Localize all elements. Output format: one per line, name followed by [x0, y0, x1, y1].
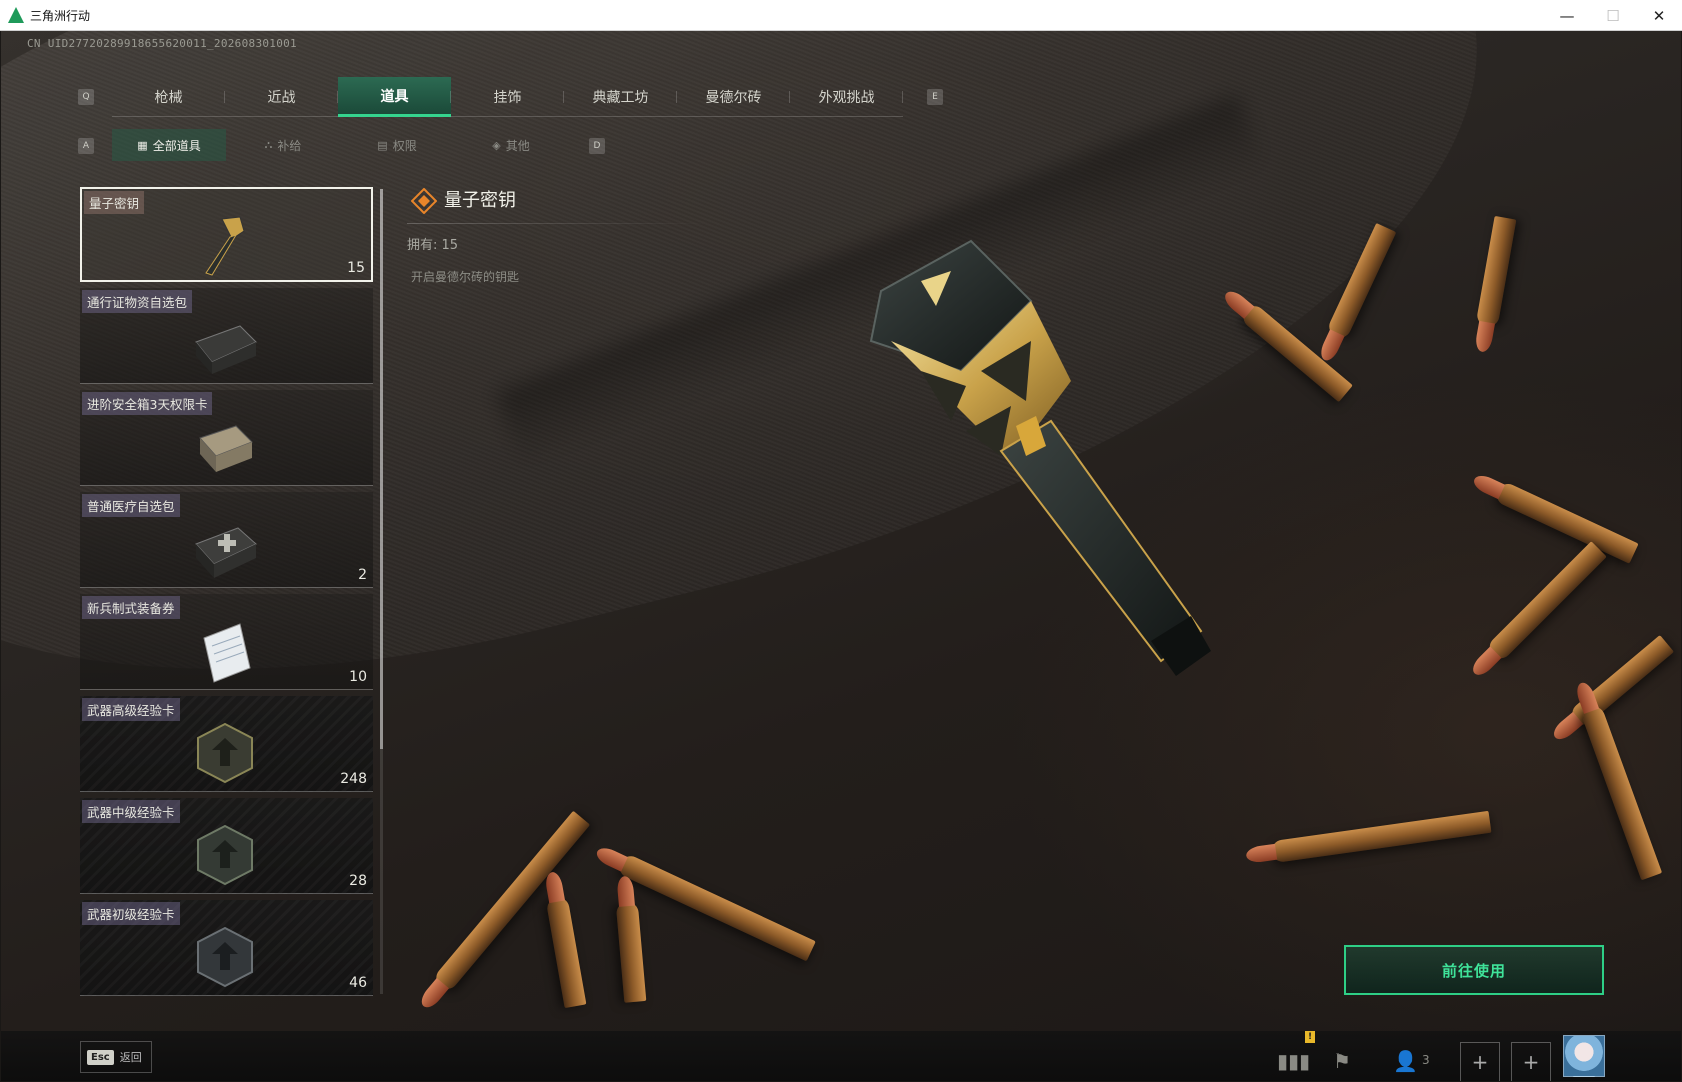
- item-list: 量子密钥 15 通行证物资自选包 进阶安全箱3天权限卡 普通医疗自选包 2 新兵…: [80, 187, 373, 1002]
- background-bullet: [1270, 810, 1492, 864]
- background-bullet: [615, 901, 647, 1003]
- add-slot-button[interactable]: +: [1511, 1042, 1551, 1081]
- tab-appearance-challenge[interactable]: 外观挑战: [790, 77, 903, 117]
- item-card[interactable]: 通行证物资自选包: [80, 288, 373, 384]
- item-card[interactable]: 量子密钥 15: [80, 187, 373, 282]
- item-card[interactable]: 武器初级经验卡 46: [80, 900, 373, 996]
- subtab-label: 其他: [505, 138, 530, 153]
- item-name: 量子密钥: [84, 191, 145, 214]
- exp-card-green-icon: [197, 824, 253, 886]
- medical-case-icon: [195, 527, 257, 578]
- subtab-supply[interactable]: ⛬ 补给: [226, 129, 340, 161]
- subtab-prev-key-hint[interactable]: A: [78, 138, 94, 154]
- player-uid: CN UID27720289918655620011_202608301001: [27, 37, 297, 50]
- safe-box-icon: [199, 425, 253, 472]
- tab-pendants[interactable]: 挂饰: [451, 77, 564, 117]
- item-name: 武器初级经验卡: [82, 902, 180, 925]
- friends-count: 3: [1422, 1053, 1430, 1067]
- permission-icon: ▤: [377, 138, 388, 152]
- item-count: 248: [340, 771, 367, 787]
- item-count: 28: [349, 873, 367, 889]
- background-bullet: [1579, 703, 1663, 881]
- quantum-key-icon: [205, 216, 245, 276]
- background-bullet: [1485, 541, 1607, 663]
- window-controls: — ☐ ✕: [1544, 0, 1682, 31]
- detail-divider: [407, 223, 707, 224]
- tab-prev-key-hint[interactable]: Q: [78, 89, 94, 105]
- subtab-other[interactable]: ◈ 其他: [454, 129, 568, 161]
- back-label: 返回: [119, 1051, 142, 1064]
- item-card[interactable]: 进阶安全箱3天权限卡: [80, 390, 373, 486]
- background-bullet: [1475, 215, 1517, 329]
- item-name: 武器中级经验卡: [82, 800, 180, 823]
- add-slot-button[interactable]: +: [1460, 1042, 1500, 1081]
- tab-items[interactable]: 道具: [338, 77, 451, 117]
- maximize-button[interactable]: ☐: [1590, 0, 1636, 31]
- detail-owned-count: 拥有: 15: [407, 238, 459, 253]
- detail-description: 开启曼德尔砖的钥匙: [411, 270, 520, 284]
- background-bullet: [1493, 480, 1639, 564]
- item-card[interactable]: 普通医疗自选包 2: [80, 492, 373, 588]
- item-card[interactable]: 武器中级经验卡 28: [80, 798, 373, 894]
- item-name: 通行证物资自选包: [82, 290, 193, 313]
- subtab-label: 权限: [392, 138, 417, 153]
- minimize-button[interactable]: —: [1544, 0, 1590, 31]
- item-name: 普通医疗自选包: [82, 494, 180, 517]
- tab-next-key-hint[interactable]: E: [927, 89, 943, 105]
- subtab-label: 全部道具: [152, 138, 201, 153]
- other-icon: ◈: [492, 138, 501, 152]
- item-count: 2: [358, 567, 367, 583]
- item-card[interactable]: 新兵制式装备券 10: [80, 594, 373, 690]
- item-card[interactable]: 武器高级经验卡 248: [80, 696, 373, 792]
- background-bullet: [616, 852, 816, 962]
- supply-icon: ⛬: [264, 138, 273, 151]
- supply-case-icon: [195, 325, 257, 374]
- item-subtabs: ▦ 全部道具 ⛬ 补给 ▤ 权限 ◈ 其他: [112, 129, 568, 161]
- exp-card-gold-icon: [197, 722, 253, 784]
- quantum-key-render: [869, 239, 1211, 676]
- detail-item-name: 量子密钥: [444, 190, 516, 211]
- item-name: 进阶安全箱3天权限卡: [82, 392, 213, 415]
- item-list-scrollbar[interactable]: [380, 189, 383, 994]
- close-button[interactable]: ✕: [1636, 0, 1682, 31]
- exp-card-gray-icon: [197, 926, 253, 988]
- esc-key-cap: Esc: [87, 1049, 114, 1065]
- category-tabs: 枪械 近战 道具 挂饰 典藏工坊 曼德尔砖 外观挑战: [112, 77, 903, 117]
- window-title: 三角洲行动: [30, 8, 91, 23]
- subtab-next-key-hint[interactable]: D: [589, 138, 605, 154]
- go-use-button[interactable]: 前往使用: [1344, 945, 1604, 995]
- avatar[interactable]: [1563, 1035, 1605, 1077]
- item-name: 武器高级经验卡: [82, 698, 180, 721]
- notification-badge: !: [1305, 1031, 1315, 1043]
- tab-collection-workshop[interactable]: 典藏工坊: [564, 77, 677, 117]
- item-count: 46: [349, 975, 367, 991]
- background-bullet: [545, 895, 587, 1009]
- friends-icon[interactable]: 👤: [1393, 1049, 1418, 1073]
- game-viewport: CN UID27720289918655620011_202608301001 …: [1, 31, 1681, 1081]
- tab-mandel-brick[interactable]: 曼德尔砖: [677, 77, 790, 117]
- app-logo-icon: [8, 7, 24, 23]
- scroll-thumb[interactable]: [380, 189, 383, 749]
- item-count: 10: [349, 669, 367, 685]
- subtab-all-items[interactable]: ▦ 全部道具: [112, 129, 226, 161]
- tab-melee[interactable]: 近战: [225, 77, 338, 117]
- subtab-label: 补给: [277, 138, 302, 153]
- item-count: 15: [347, 260, 365, 276]
- tab-firearms[interactable]: 枪械: [112, 77, 225, 117]
- grid-icon: ▦: [137, 138, 148, 152]
- back-button[interactable]: Esc 返回: [80, 1041, 152, 1073]
- stats-chart-icon[interactable]: ▮▮▮: [1277, 1049, 1310, 1073]
- flag-icon[interactable]: ⚑: [1333, 1049, 1351, 1073]
- item-name: 新兵制式装备券: [82, 596, 180, 619]
- voucher-paper-icon: [203, 623, 251, 683]
- subtab-permission[interactable]: ▤ 权限: [340, 129, 454, 161]
- window-titlebar: 三角洲行动 — ☐ ✕: [0, 0, 1682, 31]
- rarity-diamond-icon: [411, 188, 437, 214]
